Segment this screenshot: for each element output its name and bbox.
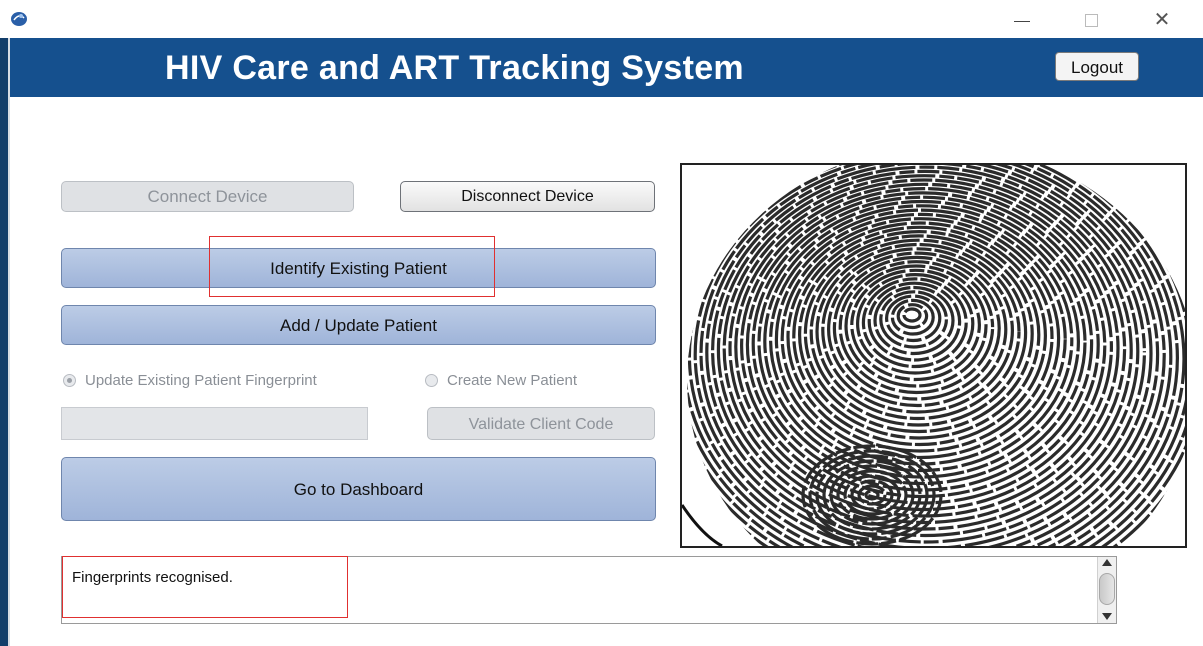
fingerprint-image: [682, 165, 1185, 546]
validate-client-code-button[interactable]: Validate Client Code: [427, 407, 655, 440]
window-left-border: [8, 38, 10, 646]
app-title: HIV Care and ART Tracking System: [165, 49, 744, 87]
fingerprint-ridge: [751, 195, 1094, 492]
radio-update-existing-indicator[interactable]: [63, 374, 76, 387]
window-left-edge: [0, 38, 8, 646]
close-icon[interactable]: ✕: [1150, 9, 1174, 31]
fingerprint-panel: [680, 163, 1187, 548]
scroll-up-icon[interactable]: [1102, 559, 1112, 566]
radio-create-new-label: Create New Patient: [447, 372, 578, 389]
status-scrollbar[interactable]: [1097, 557, 1116, 623]
minimize-icon[interactable]: [1010, 9, 1034, 31]
scroll-thumb[interactable]: [1099, 573, 1115, 605]
maximize-icon[interactable]: [1080, 9, 1104, 31]
client-code-input[interactable]: [61, 407, 368, 440]
status-log[interactable]: Fingerprints recognised.: [61, 556, 1117, 624]
disconnect-device-button[interactable]: Disconnect Device: [400, 181, 655, 212]
fingerprint-ridge: [716, 169, 1133, 531]
radio-update-existing-label: Update Existing Patient Fingerprint: [85, 372, 317, 389]
go-to-dashboard-button[interactable]: Go to Dashboard: [61, 457, 656, 521]
fingerprint-ridge: [902, 307, 922, 323]
add-update-patient-button[interactable]: Add / Update Patient: [61, 305, 656, 345]
radio-create-new-indicator[interactable]: [425, 374, 438, 387]
status-message: Fingerprints recognised.: [72, 569, 233, 586]
identify-patient-button[interactable]: Identify Existing Patient: [61, 248, 656, 288]
connect-device-button[interactable]: Connect Device: [61, 181, 354, 212]
logout-button[interactable]: Logout: [1055, 52, 1139, 81]
scroll-down-icon[interactable]: [1102, 613, 1112, 620]
window-titlebar: ✕: [0, 0, 1203, 38]
app-header: HIV Care and ART Tracking System Logout: [10, 38, 1203, 97]
app-logo-icon: [10, 10, 28, 28]
